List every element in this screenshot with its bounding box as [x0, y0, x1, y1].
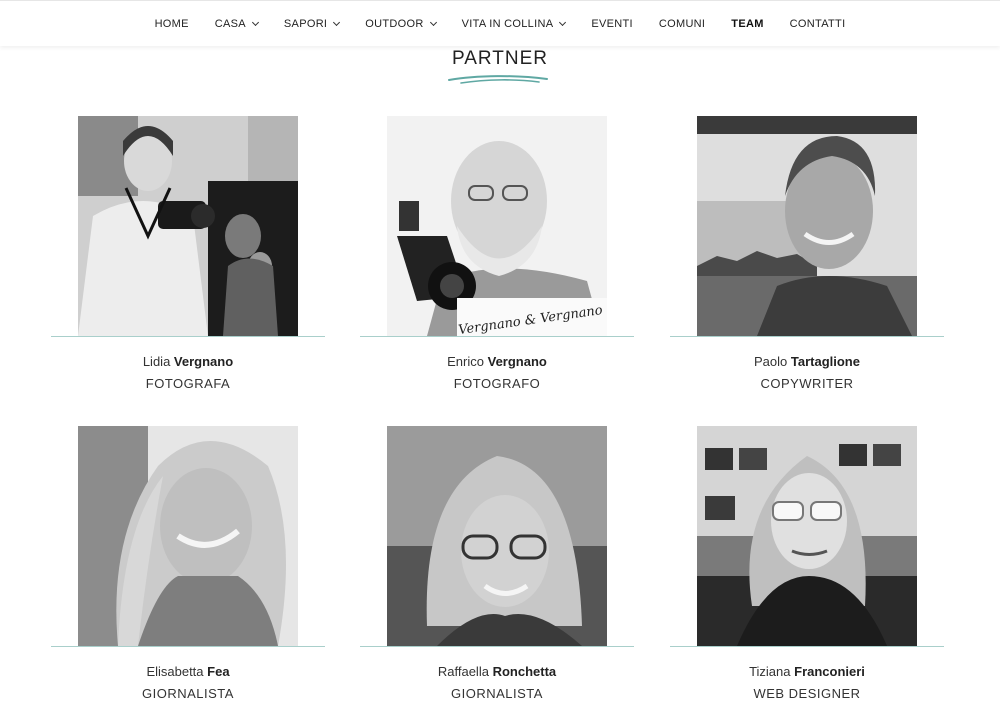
card-divider [670, 646, 944, 647]
photo-lidia [78, 116, 298, 336]
nav-label: VITA IN COLLINA [461, 17, 554, 30]
team-card: Lidia Vergnano FOTOGRAFA [51, 116, 325, 406]
member-first-name: Elisabetta [146, 664, 204, 679]
team-photo [78, 426, 298, 646]
member-name: Paolo Tartaglione [670, 354, 944, 369]
card-divider [360, 336, 634, 337]
team-card: Paolo Tartaglione COPYWRITER [670, 116, 944, 406]
member-last-name: Franconieri [794, 664, 865, 679]
member-role: GIORNALISTA [142, 686, 234, 701]
chevron-down-icon [251, 18, 259, 26]
team-card: Tiziana Franconieri WEB DESIGNER [670, 426, 944, 714]
member-role: GIORNALISTA [451, 686, 543, 701]
team-photo [387, 426, 607, 646]
member-first-name: Raffaella [437, 664, 489, 679]
nav-item-home[interactable]: HOME [155, 18, 189, 30]
team-photo: Vergnano & Vergnano [387, 116, 607, 336]
member-name: Raffaella Ronchetta [360, 664, 634, 679]
member-last-name: Tartaglione [790, 354, 860, 369]
nav-item-outdoor[interactable]: OUTDOOR [365, 17, 437, 30]
nav-item-casa[interactable]: CASA [214, 17, 259, 30]
member-first-name: Tiziana [749, 664, 791, 679]
team-page: HOME CASA SAPORI OUTDOOR VITA IN COLLINA… [0, 0, 1000, 714]
nav-label: SAPORI [283, 17, 328, 30]
photo-tiziana [697, 426, 917, 646]
nav-item-team[interactable]: TEAM [731, 18, 763, 30]
member-first-name: Lidia [142, 354, 171, 369]
team-card: Raffaella Ronchetta GIORNALISTA [360, 426, 634, 714]
main-navbar: HOME CASA SAPORI OUTDOOR VITA IN COLLINA… [0, 0, 1000, 46]
card-divider [51, 646, 325, 647]
nav-item-eventi[interactable]: EVENTI [591, 18, 633, 30]
team-photo [697, 426, 917, 646]
member-last-name: Vergnano [487, 354, 547, 369]
member-last-name: Fea [207, 664, 230, 679]
nav-item-vita-in-collina[interactable]: VITA IN COLLINA [461, 17, 567, 30]
nav-item-contatti[interactable]: CONTATTI [790, 18, 846, 30]
title-underline-decoration [448, 75, 548, 84]
nav-label: COMUNI [658, 17, 706, 30]
member-name: Lidia Vergnano [51, 354, 325, 369]
nav-label: CASA [214, 17, 246, 30]
member-role: FOTOGRAFA [145, 376, 231, 391]
member-role: WEB DESIGNER [753, 686, 861, 701]
nav-label: OUTDOOR [365, 17, 424, 30]
nav-item-sapori[interactable]: SAPORI [283, 17, 341, 30]
photo-enrico: Vergnano & Vergnano [387, 116, 607, 336]
card-divider [360, 646, 634, 647]
photo-paolo [697, 116, 917, 336]
nav-item-comuni[interactable]: COMUNI [659, 18, 705, 30]
member-name: Tiziana Franconieri [670, 664, 944, 679]
card-divider [670, 336, 944, 337]
member-name: Elisabetta Fea [51, 664, 325, 679]
member-role: COPYWRITER [760, 376, 854, 391]
member-last-name: Ronchetta [492, 664, 557, 679]
member-name: Enrico Vergnano [360, 354, 634, 369]
section-title: PARTNER [451, 48, 549, 69]
member-role: FOTOGRAFO [453, 376, 541, 391]
nav-menu: HOME CASA SAPORI OUTDOOR VITA IN COLLINA… [0, 1, 1000, 46]
nav-label: HOME [154, 17, 189, 30]
member-first-name: Paolo [754, 354, 788, 369]
nav-label: TEAM [731, 17, 764, 30]
nav-label: EVENTI [591, 17, 633, 30]
photo-elisabetta [78, 426, 298, 646]
team-photo [697, 116, 917, 336]
card-divider [51, 336, 325, 337]
chevron-down-icon [559, 18, 567, 26]
team-card: Vergnano & Vergnano Enrico Vergnano FOTO… [360, 116, 634, 406]
member-last-name: Vergnano [173, 354, 234, 369]
chevron-down-icon [333, 18, 341, 26]
photo-raffaella [387, 426, 607, 646]
team-photo [78, 116, 298, 336]
team-card: Elisabetta Fea GIORNALISTA [51, 426, 325, 714]
nav-label: CONTATTI [789, 17, 846, 30]
chevron-down-icon [429, 18, 437, 26]
member-first-name: Enrico [447, 354, 484, 369]
